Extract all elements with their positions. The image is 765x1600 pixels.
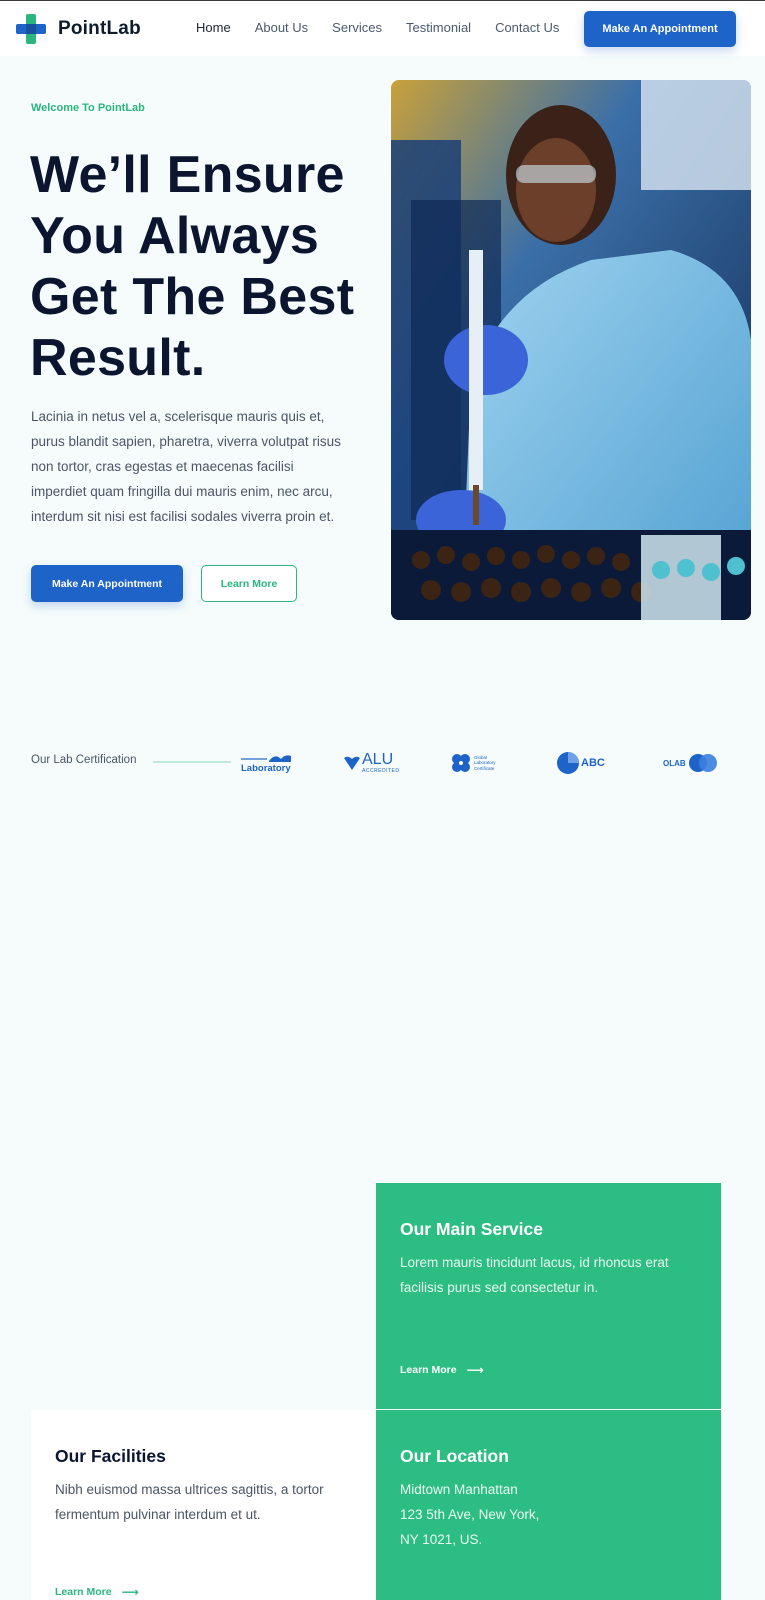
main-service-learn-more[interactable]: Learn More ⟶	[400, 1363, 484, 1377]
certification-divider	[153, 761, 231, 763]
hero-appointment-button[interactable]: Make An Appointment	[31, 565, 183, 602]
hero-learn-more-button[interactable]: Learn More	[201, 565, 297, 602]
nav-about-us[interactable]: About Us	[255, 20, 308, 35]
hero-lab-photo	[391, 80, 751, 620]
laboratory-wave-icon	[241, 754, 291, 762]
brand-logo[interactable]: PointLab	[16, 14, 141, 44]
laboratory-logo: Laboratory	[241, 748, 291, 778]
olab-logo: OLAB	[663, 748, 718, 778]
facilities-text: Nibh euismod massa ultrices sagittis, a …	[55, 1482, 324, 1522]
abc-logo: ABC	[557, 748, 605, 778]
facilities-learn-more[interactable]: Learn More ⟶	[55, 1585, 139, 1599]
alu-logo: ALU ACCREDITED	[344, 748, 400, 778]
location-address: Midtown Manhattan 123 5th Ave, New York,…	[400, 1482, 540, 1547]
hero-title: We’ll Ensure You Always Get The Best Res…	[30, 146, 355, 387]
nav-home[interactable]: Home	[196, 20, 231, 35]
main-service-text: Lorem mauris tincidunt lacus, id rhoncus…	[400, 1255, 669, 1295]
nav-contact-us[interactable]: Contact Us	[495, 20, 559, 35]
main-service-title: Our Main Service	[400, 1219, 543, 1239]
facilities-card: Our Facilities Nibh euismod massa ultric…	[31, 1410, 376, 1600]
heart-shield-icon	[344, 756, 360, 770]
main-service-card: Our Main Service Lorem mauris tincidunt …	[376, 1183, 721, 1409]
nav-testimonial[interactable]: Testimonial	[406, 20, 471, 35]
header-appointment-button[interactable]: Make An Appointment	[584, 11, 736, 47]
medical-cross-icon	[16, 14, 46, 44]
arrow-right-icon: ⟶	[466, 1363, 484, 1377]
arrow-right-icon: ⟶	[121, 1585, 139, 1599]
nav-services[interactable]: Services	[332, 20, 382, 35]
certification-label: Our Lab Certification	[31, 754, 137, 766]
main-nav: Home About Us Services Testimonial Conta…	[196, 20, 583, 35]
location-title: Our Location	[400, 1446, 509, 1466]
hero-description: Lacinia in netus vel a, scelerisque maur…	[31, 409, 341, 524]
facilities-title: Our Facilities	[55, 1446, 166, 1466]
global-lab-logo: Global Laboratory Certificate	[451, 748, 504, 778]
abc-circle-icon	[557, 752, 579, 774]
brand-name: PointLab	[58, 18, 141, 39]
hero-eyebrow: Welcome To PointLab	[31, 102, 145, 114]
certification-row: Our Lab Certification Laboratory ALU ACC…	[31, 748, 731, 778]
overlapping-circles-icon	[688, 754, 717, 772]
flower-icon	[452, 754, 470, 772]
site-header: PointLab Home About Us Services Testimon…	[0, 0, 765, 56]
location-card: Our Location Midtown Manhattan 123 5th A…	[376, 1410, 721, 1600]
